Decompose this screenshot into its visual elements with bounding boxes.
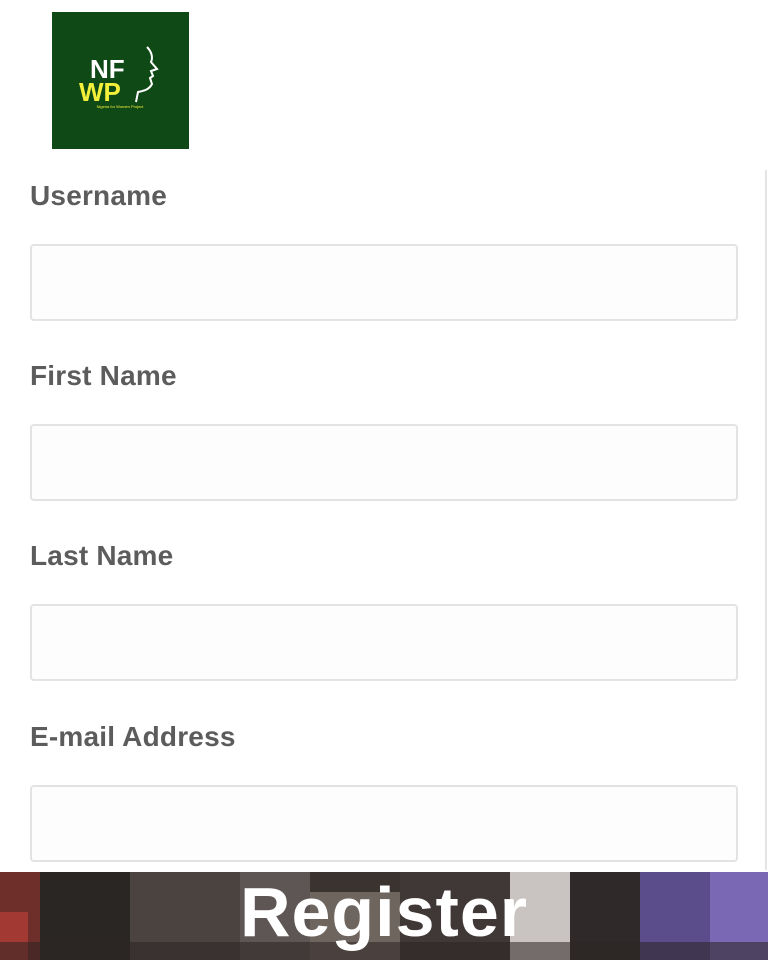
nfwp-logo-mark: NF WP Nigeria for Women Project [79,46,159,109]
last-name-label: Last Name [30,540,174,571]
face-profile-icon [135,46,159,103]
username-label: Username [30,180,168,211]
first-name-input[interactable] [30,424,738,501]
registration-page: NF WP Nigeria for Women Project Username… [0,0,768,964]
register-label: Register [239,873,529,951]
content-divider [765,170,767,870]
logo-line2: WP [79,77,121,107]
nfwp-logo: NF WP Nigeria for Women Project [52,12,189,149]
email-address-label: E-mail Address [30,721,236,752]
email-address-input[interactable] [30,785,738,862]
register-button[interactable]: Register [0,872,768,960]
last-name-input[interactable] [30,604,738,681]
logo-tagline: Nigeria for Women Project [97,104,145,109]
first-name-label: First Name [30,360,177,391]
username-input[interactable] [30,244,738,321]
